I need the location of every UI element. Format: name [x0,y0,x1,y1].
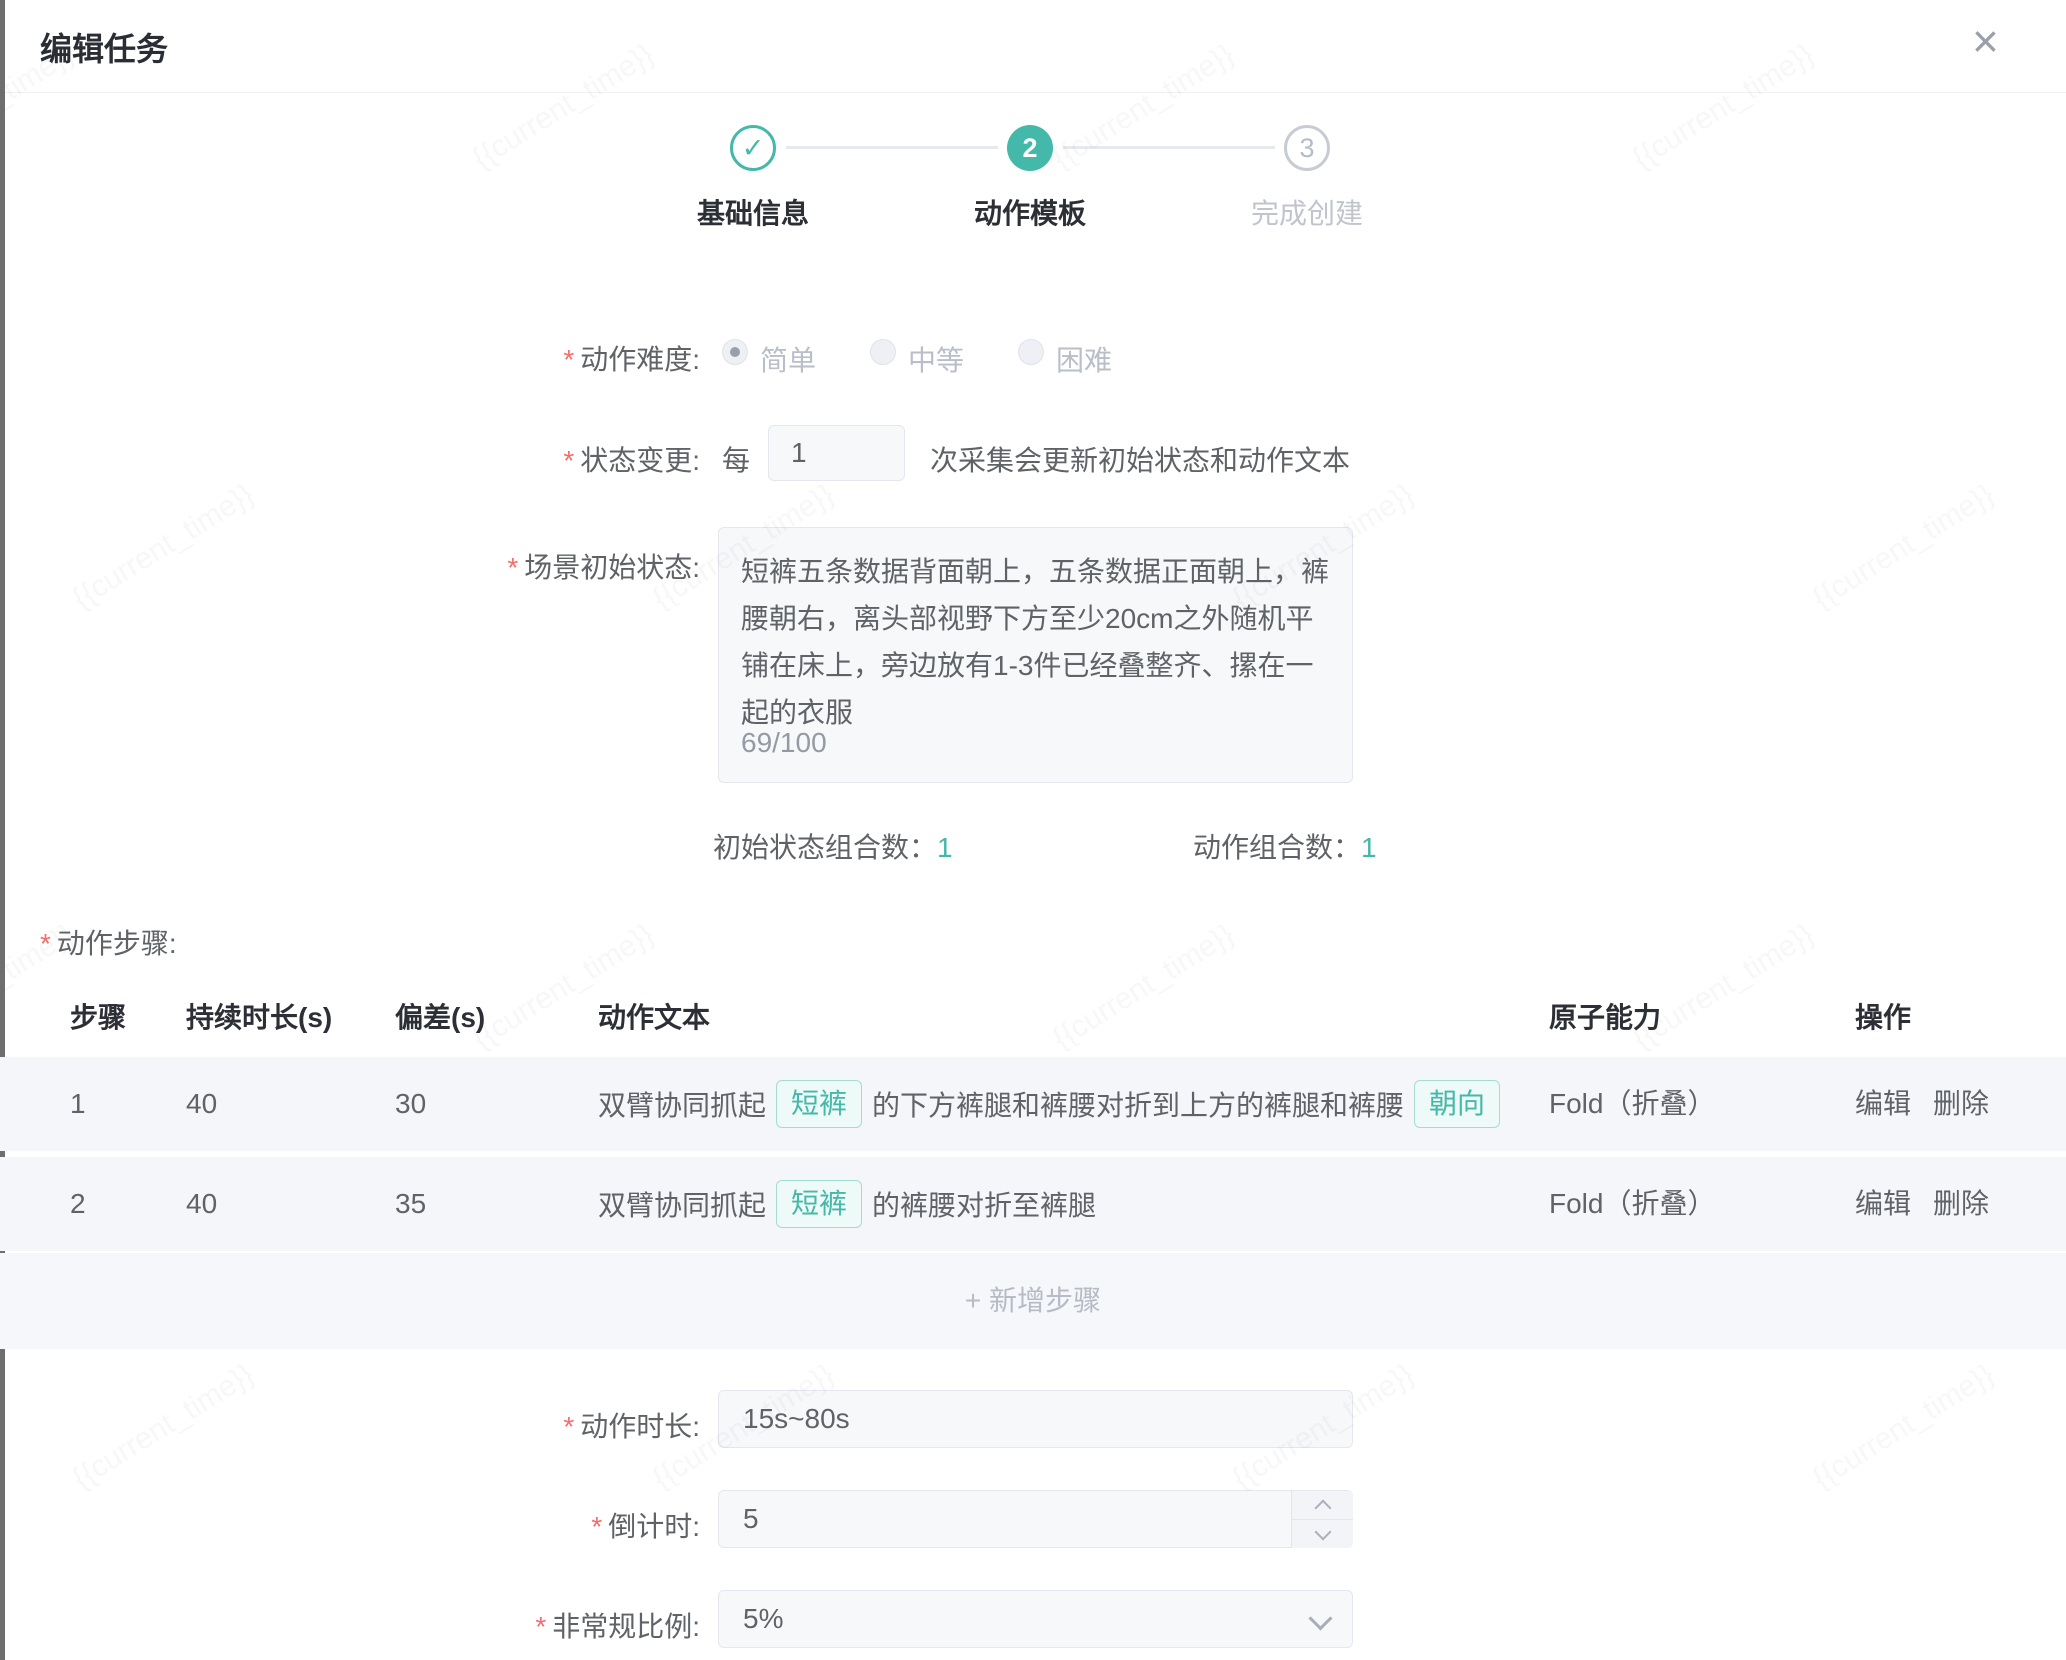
required-mark: * [563,1411,574,1442]
cell-step: 2 [70,1157,86,1251]
spinner-down-icon[interactable] [1292,1519,1353,1548]
action-combo-value: 1 [1361,832,1377,863]
action-combo-count: 动作组合数：1 [1193,826,1377,866]
state-change-suffix: 次采集会更新初始状态和动作文本 [930,439,1350,479]
state-change-prefix: 每 [722,439,750,479]
step2-number: 2 [1022,133,1037,164]
step2-label: 动作模板 [910,192,1150,232]
initial-state-label: *场景初始状态: [300,546,700,586]
required-mark: * [563,344,574,375]
radio-easy[interactable] [722,339,748,365]
step3-label: 完成创建 [1187,192,1427,232]
radio-medium[interactable] [870,339,896,365]
state-change-label: *状态变更: [300,439,700,479]
radio-hard[interactable] [1018,339,1044,365]
difficulty-label: *动作难度: [300,338,700,378]
cell-action-text: 双臂协同抓起短裤的裤腰对折至裤腿 [598,1157,1508,1251]
action-text-part: 双臂协同抓起 [598,1084,766,1124]
dialog-title: 编辑任务 [40,24,168,70]
delete-link[interactable]: 删除 [1933,1057,1989,1151]
required-mark: * [563,445,574,476]
table-row: 1 40 30 双臂协同抓起短裤的下方裤腿和裤腰对折到上方的裤腿和裤腰朝向 Fold（折… [0,1057,2066,1151]
action-text-part: 的下方裤腿和裤腰对折到上方的裤腿和裤腰 [872,1084,1404,1124]
unusual-ratio-select[interactable] [718,1590,1353,1648]
required-mark: * [535,1611,546,1642]
cell-ability: Fold（折叠） [1549,1057,1715,1151]
close-icon[interactable]: × [1972,18,1999,64]
step-connector [786,146,998,149]
table-row: 2 40 35 双臂协同抓起短裤的裤腰对折至裤腿 Fold（折叠） 编辑删除 [0,1157,2066,1251]
initial-combo-value: 1 [937,832,953,863]
step1-label: 基础信息 [633,192,873,232]
required-mark: * [591,1511,602,1542]
action-tag: 短裤 [776,1180,862,1228]
step2-active-circle: 2 [1007,125,1053,171]
step3-pending-circle: 3 [1284,125,1330,171]
duration-label: *动作时长: [300,1405,700,1445]
spinner-up-icon[interactable] [1292,1491,1353,1519]
dialog-header [5,0,2066,93]
countdown-input[interactable] [718,1490,1353,1548]
radio-selected-dot [730,347,740,357]
col-header-step: 步骤 [70,996,126,1036]
add-step-button[interactable]: + 新增步骤 [0,1253,2066,1349]
char-counter: 69/100 [741,719,827,766]
cell-action-text: 双臂协同抓起短裤的下方裤腿和裤腰对折到上方的裤腿和裤腰朝向 [598,1057,1508,1151]
initial-state-text: 短裤五条数据背面朝上，五条数据正面朝上，裤腰朝右，离头部视野下方至少20cm之外… [741,548,1330,736]
radio-medium-label: 中等 [908,339,964,379]
col-header-text: 动作文本 [598,996,710,1036]
countdown-stepper [1291,1491,1352,1547]
cell-duration: 40 [186,1157,217,1251]
cell-deviation: 35 [395,1157,426,1251]
edit-link[interactable]: 编辑 [1855,1057,1911,1151]
step3-number: 3 [1299,133,1314,164]
col-header-actions: 操作 [1855,996,1911,1036]
radio-hard-label: 困难 [1056,339,1112,379]
initial-combo-count: 初始状态组合数：1 [713,826,953,866]
unusual-ratio-label: *非常规比例: [300,1605,700,1645]
initial-state-textarea[interactable]: 短裤五条数据背面朝上，五条数据正面朝上，裤腰朝右，离头部视野下方至少20cm之外… [718,527,1353,783]
countdown-label: *倒计时: [300,1505,700,1545]
step1-done-circle: ✓ [730,125,776,171]
action-text-part: 的裤腰对折至裤腿 [872,1184,1096,1224]
state-change-input[interactable] [768,425,905,481]
required-mark: * [40,928,51,959]
cell-ability: Fold（折叠） [1549,1157,1715,1251]
check-icon: ✓ [742,133,765,164]
col-header-deviation: 偏差(s) [395,996,485,1036]
step-connector [1063,146,1275,149]
cell-step: 1 [70,1057,86,1151]
action-tag: 短裤 [776,1080,862,1128]
required-mark: * [507,552,518,583]
delete-link[interactable]: 删除 [1933,1157,1989,1251]
col-header-duration: 持续时长(s) [186,996,332,1036]
action-steps-section-label: *动作步骤: [40,922,177,962]
cell-deviation: 30 [395,1057,426,1151]
action-tag: 朝向 [1414,1080,1500,1128]
edit-link[interactable]: 编辑 [1855,1157,1911,1251]
cell-duration: 40 [186,1057,217,1151]
radio-easy-label: 简单 [760,339,816,379]
duration-input[interactable] [718,1390,1353,1448]
window-left-edge [0,0,5,1660]
col-header-ability: 原子能力 [1549,996,1661,1036]
action-text-part: 双臂协同抓起 [598,1184,766,1224]
